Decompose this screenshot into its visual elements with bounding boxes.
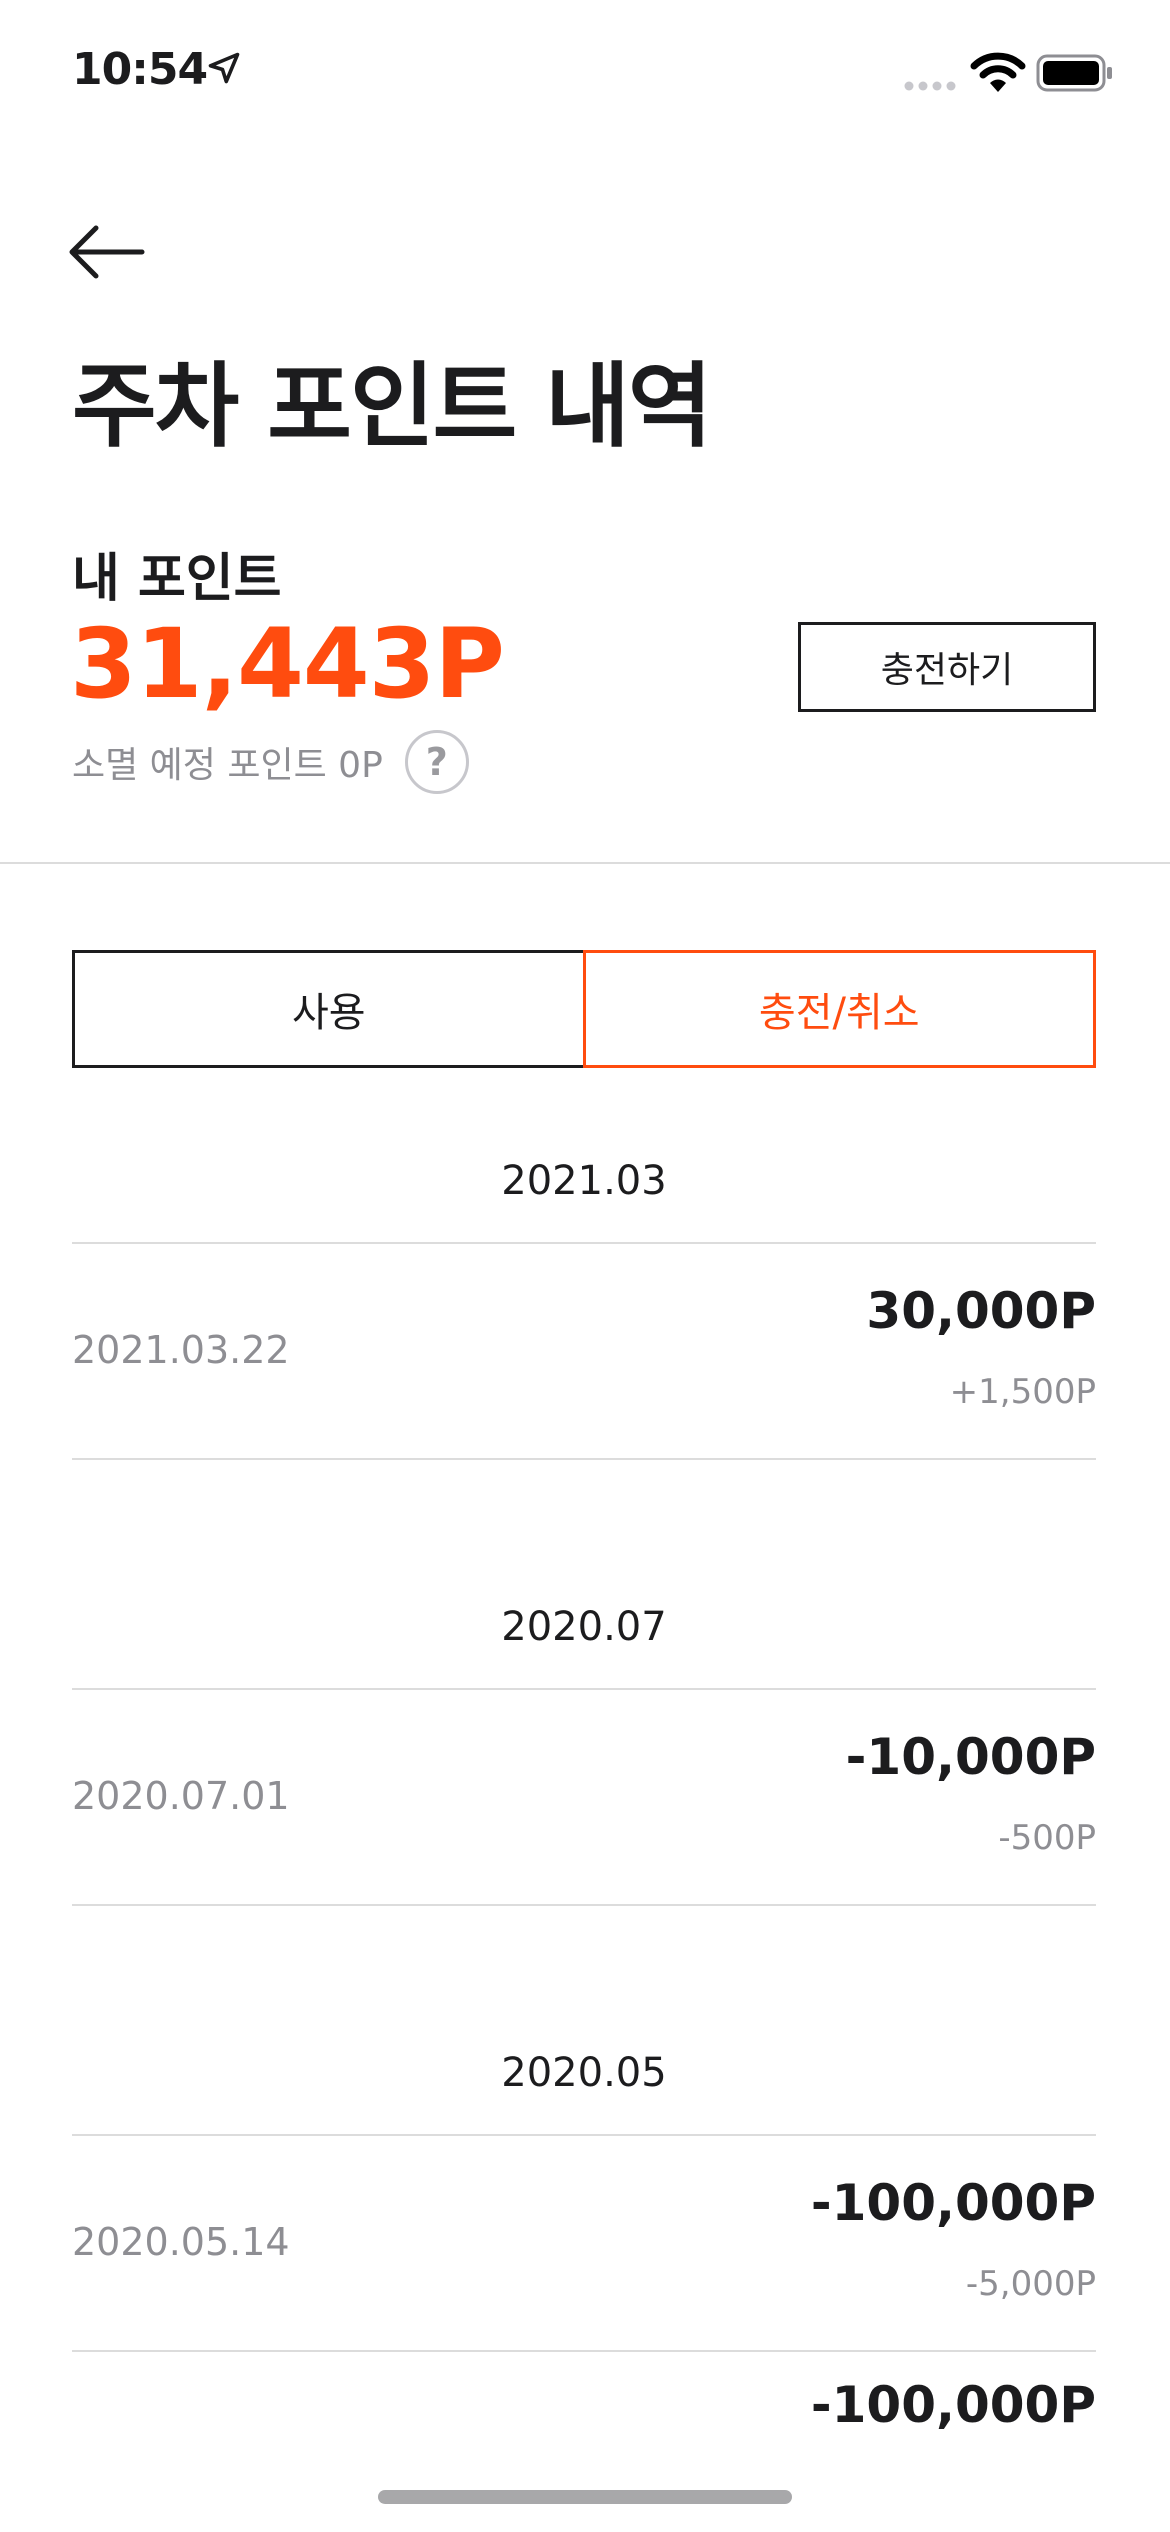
points-history-screen: 10:54 주차 포인트 내역 내 포인트 31,443P 소멸 예정 포인트 …	[0, 0, 1170, 2532]
list-item: 2020.05.14 -100,000P -5,000P	[72, 2136, 1096, 2350]
entry-date: 2020.05.14	[72, 2220, 290, 2264]
entry-amount: -10,000P	[845, 1728, 1096, 1786]
entry-date: 2021.03.22	[72, 1328, 290, 1372]
month-header: 2020.07	[501, 1604, 667, 1650]
my-points-value: 31,443P	[70, 608, 505, 720]
points-history-list: 2021.03 2021.03.22 30,000P +1,500P 2020.…	[72, 1120, 1096, 2458]
section-divider	[0, 862, 1170, 864]
battery-icon	[1036, 54, 1112, 92]
charge-button[interactable]: 충전하기	[798, 622, 1096, 712]
month-header: 2020.05	[501, 2050, 667, 2096]
back-button[interactable]	[66, 216, 152, 288]
row-divider	[72, 1904, 1096, 1906]
entry-amount: -100,000P	[810, 2174, 1096, 2232]
entry-amount: 30,000P	[866, 1282, 1096, 1340]
month-group: 2020.07 2020.07.01 -10,000P -500P	[72, 1566, 1096, 1906]
cellular-signal-icon	[904, 81, 956, 91]
location-arrow-icon	[208, 52, 240, 84]
status-bar: 10:54	[0, 0, 1170, 150]
entry-date: 2020.07.01	[72, 1774, 290, 1818]
entry-bonus: +1,500P	[949, 1372, 1096, 1412]
expiring-points-text: 소멸 예정 포인트 0P	[72, 745, 383, 786]
tab-use[interactable]: 사용	[72, 950, 583, 1068]
help-icon[interactable]: ?	[404, 730, 469, 794]
list-item: 2021.03.22 30,000P +1,500P	[72, 1244, 1096, 1458]
month-header: 2021.03	[501, 1158, 667, 1204]
home-indicator	[378, 2490, 792, 2504]
list-item: 2020.07.01 -10,000P -500P	[72, 1690, 1096, 1904]
page-title: 주차 포인트 내역	[72, 353, 713, 460]
entry-bonus: -5,000P	[965, 2264, 1096, 2304]
next-entry-amount: -100,000P	[810, 2376, 1096, 2434]
back-arrow-icon	[69, 225, 145, 279]
row-divider	[72, 2350, 1096, 2352]
history-tabs: 사용 충전/취소	[72, 950, 1096, 1068]
expiring-points-row: 소멸 예정 포인트 0P ?	[72, 730, 469, 794]
status-time: 10:54	[72, 44, 208, 95]
month-group: 2020.05 2020.05.14 -100,000P -5,000P	[72, 2012, 1096, 2352]
my-points-label: 내 포인트	[72, 549, 282, 609]
wifi-icon	[970, 52, 1026, 92]
entry-bonus: -500P	[998, 1818, 1096, 1858]
tab-charge-cancel[interactable]: 충전/취소	[582, 950, 1096, 1068]
month-group: 2021.03 2021.03.22 30,000P +1,500P	[72, 1120, 1096, 1460]
row-divider	[72, 1458, 1096, 1460]
